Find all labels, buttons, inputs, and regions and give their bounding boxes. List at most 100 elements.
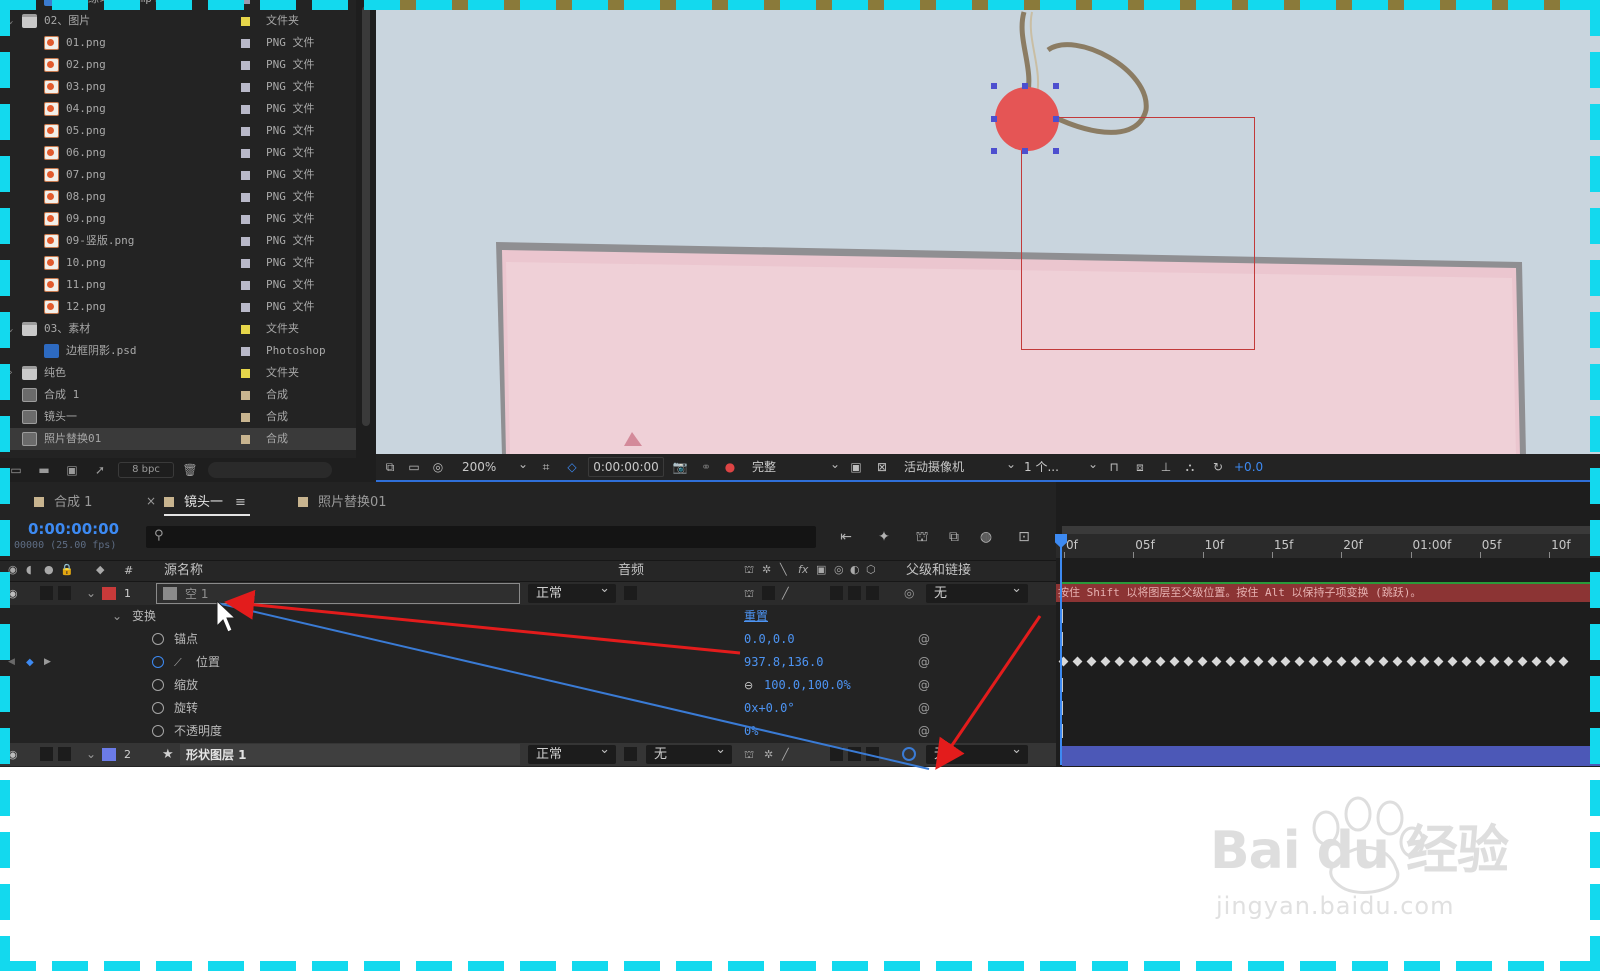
time-graph[interactable]: 0f 05f 10f 15f 20f 01:00f 05f 10f 按住 Shift 以将图层… [1055, 482, 1600, 767]
layer-2-duration-bar[interactable] [1062, 746, 1600, 766]
motion-blur-toggle[interactable] [830, 586, 843, 600]
keyframe-diamond[interactable] [1433, 656, 1444, 667]
zoom-select[interactable]: 200% [462, 451, 528, 480]
show-snapshot-icon[interactable]: ⚭ [698, 459, 714, 475]
keyframe-diamond[interactable] [1336, 656, 1347, 667]
property-row-scale[interactable]: 缩放 ⊖ 100.0,100.0% @ [0, 674, 1056, 697]
camera-select[interactable]: 活动摄像机 [904, 451, 1016, 480]
keyframe-diamond[interactable] [1378, 656, 1389, 667]
3d-toggle[interactable] [866, 747, 879, 761]
column-source-name[interactable]: 源名称 [164, 561, 203, 581]
keyframe-diamond[interactable] [1141, 656, 1152, 667]
project-item[interactable]: ⌄ 03、素材 文件夹 [0, 318, 356, 340]
transform-reset-link[interactable]: 重置 [744, 605, 768, 628]
project-item-label-color[interactable] [241, 347, 250, 356]
exposure-value[interactable]: +0.0 [1234, 454, 1263, 480]
current-time-display[interactable]: 0:00:00:00 [28, 520, 119, 538]
track-matte-select[interactable]: 无 [646, 740, 732, 764]
label-tag-icon[interactable]: ◆ [96, 563, 104, 576]
effects-switch-icon[interactable]: fx [798, 563, 808, 576]
project-item-label-color[interactable] [241, 61, 250, 70]
project-item-label-color[interactable] [241, 237, 250, 246]
property-pick-whip-icon[interactable]: @ [918, 697, 930, 720]
project-item-label-color[interactable] [241, 83, 250, 92]
project-item[interactable]: 09.png PNG 文件 [0, 208, 356, 230]
parent-select[interactable]: 无 [926, 740, 1028, 764]
lock-icon[interactable]: 🔒 [60, 563, 74, 576]
eye-icon[interactable]: ◉ [8, 582, 18, 605]
keyframe-diamond[interactable] [1308, 656, 1319, 667]
keyframe-diamond[interactable] [1253, 656, 1264, 667]
project-item-label-color[interactable] [241, 325, 250, 334]
close-tab-icon[interactable]: × [146, 494, 156, 508]
property-pick-whip-icon[interactable]: @ [918, 720, 930, 743]
keyframe-diamond[interactable] [1280, 656, 1291, 667]
keyframe-diamond[interactable] [1475, 656, 1486, 667]
monitor-icon[interactable]: ▭ [406, 459, 422, 475]
keyframe-diamond[interactable] [1322, 656, 1333, 667]
layer-row-1[interactable]: ◉ ⌄ 1 空 1 正常 ⛫ ╱ ◎ 无 [0, 579, 1056, 605]
frame-blend-switch-icon[interactable]: ▣ [816, 563, 826, 576]
keyframe-diamond[interactable] [1545, 656, 1555, 667]
project-item[interactable]: 10.png PNG 文件 [0, 252, 356, 274]
audio-switch-icon[interactable]: ◖ [26, 563, 32, 576]
keyframe-diamond[interactable] [1100, 656, 1111, 667]
selection-handle[interactable] [991, 83, 997, 89]
property-value[interactable]: 937.8,136.0 [744, 651, 823, 674]
project-item-label-color[interactable] [241, 39, 250, 48]
blend-mode-select[interactable]: 正常 [528, 579, 616, 603]
trash-icon[interactable]: 🗑 [182, 463, 198, 477]
reset-exposure-icon[interactable]: ↻ [1210, 459, 1226, 475]
property-pick-whip-icon[interactable]: @ [918, 628, 930, 651]
always-preview-icon[interactable]: ⧉ [382, 459, 398, 475]
twirl-chevron-icon[interactable]: ⌄ [8, 10, 18, 32]
keyframe-diamond[interactable] [1489, 656, 1500, 667]
parent-select[interactable]: 无 [926, 579, 1028, 603]
3d-toggle[interactable] [866, 586, 879, 600]
project-item[interactable]: 12.png PNG 文件 [0, 296, 356, 318]
motion-blur-switch-icon[interactable]: ◎ [834, 563, 844, 576]
snapshot-camera-icon[interactable]: 📷 [672, 459, 688, 475]
stopwatch-icon[interactable] [152, 725, 164, 737]
region-of-interest-icon[interactable]: ▣ [848, 459, 864, 475]
shy-layers-icon[interactable]: ⛫ [912, 528, 932, 546]
preserve-transparency-toggle[interactable] [624, 586, 637, 600]
chevron-down-icon[interactable]: ⌄ [112, 605, 122, 628]
preserve-transparency-toggle[interactable] [624, 747, 637, 761]
keyframe-diamond[interactable] [1239, 656, 1250, 667]
3d-layer-switch-icon[interactable]: ⬡ [866, 563, 876, 576]
layer-label-color[interactable] [102, 748, 116, 761]
composition-mini-flowchart-icon[interactable]: ⇤ [836, 528, 856, 546]
keyframe-diamond[interactable] [1447, 656, 1458, 667]
selection-handle[interactable] [1053, 83, 1059, 89]
project-item[interactable]: ⌄ 02、图片 文件夹 [0, 10, 356, 32]
fast-preview-icon[interactable]: ⧈ [1132, 459, 1148, 475]
stopwatch-active-icon[interactable] [152, 656, 164, 668]
twirl-chevron-icon[interactable]: ⌄ [8, 318, 18, 340]
property-pick-whip-icon[interactable]: @ [918, 651, 930, 674]
channels-icon[interactable]: ● [722, 459, 738, 475]
composition-viewer[interactable] [376, 0, 1600, 456]
tab-comp-1[interactable]: 合成 1 [34, 492, 92, 516]
pick-whip-active-icon[interactable] [902, 747, 916, 761]
selection-handle[interactable] [1022, 148, 1028, 154]
project-item[interactable]: 边框阴影.psd Photoshop [0, 340, 356, 362]
project-scrollbar[interactable] [356, 0, 376, 466]
video-switch-icon[interactable]: ◉ [8, 563, 18, 576]
draft-3d-icon[interactable]: ✦ [874, 528, 894, 546]
keyframe-diamond[interactable] [1558, 656, 1569, 667]
adjustment-switch-icon[interactable]: ◐ [850, 563, 860, 576]
keyframe-diamond[interactable] [1114, 656, 1125, 667]
property-value[interactable]: 0% [744, 720, 758, 743]
layer-name-field[interactable]: 空 1 [156, 583, 520, 604]
project-item-label-color[interactable] [241, 149, 250, 158]
adjustment-toggle[interactable] [848, 586, 861, 600]
project-item[interactable]: 02.png PNG 文件 [0, 54, 356, 76]
project-item[interactable]: 镜头一 合成 [0, 406, 356, 428]
keyframe-diamond[interactable] [1211, 656, 1222, 667]
chevron-down-icon[interactable]: ⌄ [86, 582, 96, 605]
property-row-rotation[interactable]: 旋转 0x+0.0° @ [0, 697, 1056, 720]
project-item[interactable]: › 纯色 文件夹 [0, 362, 356, 384]
keyframe-diamond[interactable] [1155, 656, 1166, 667]
project-item-label-color[interactable] [241, 435, 250, 444]
